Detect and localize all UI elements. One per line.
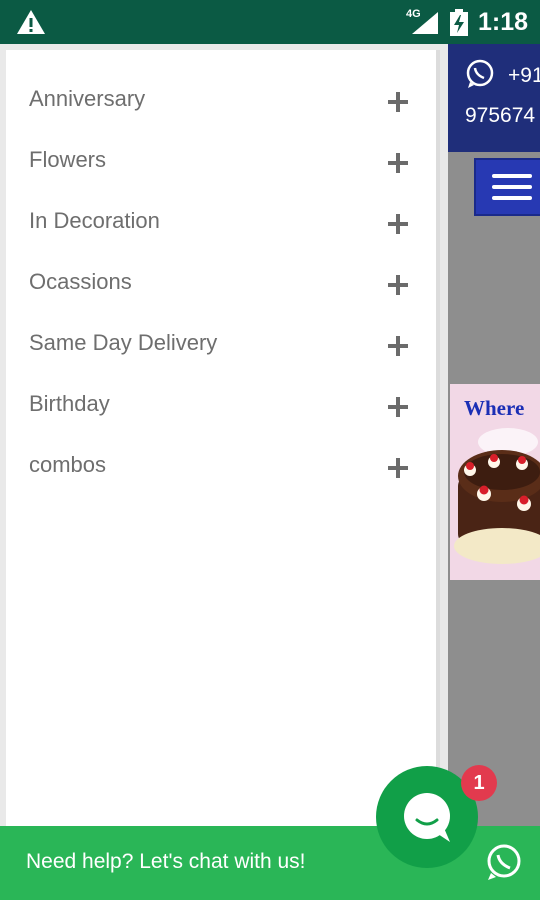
menu-item-flowers[interactable]: Flowers — [6, 131, 436, 192]
navigation-drawer: Anniversary Flowers In Decoration Ocassi… — [0, 44, 448, 900]
battery-icon — [450, 9, 468, 36]
notification-badge: 1 — [461, 765, 497, 801]
plus-icon[interactable] — [388, 336, 408, 356]
menu-item-label: Ocassions — [29, 269, 132, 294]
plus-icon[interactable] — [388, 214, 408, 234]
menu-item-in-decoration[interactable]: In Decoration — [6, 192, 436, 253]
plus-icon[interactable] — [388, 397, 408, 417]
hamburger-menu-button[interactable] — [474, 158, 540, 216]
menu-item-anniversary[interactable]: Anniversary — [6, 70, 436, 131]
menu-item-birthday[interactable]: Birthday — [6, 375, 436, 436]
background-page: +91 975674 Where — [448, 44, 540, 900]
menu-line — [492, 196, 532, 200]
clock: 1:18 — [478, 8, 529, 36]
plus-icon[interactable] — [388, 153, 408, 173]
category-menu: Anniversary Flowers In Decoration Ocassi… — [6, 50, 440, 900]
menu-line — [492, 185, 532, 189]
menu-item-label: combos — [29, 452, 107, 477]
status-bar: 4G 1:18 — [0, 0, 540, 44]
chat-prompt[interactable]: Need help? Let's chat with us! — [26, 850, 306, 874]
warning-icon — [17, 10, 45, 34]
menu-item-label: In Decoration — [29, 208, 160, 233]
contact-header: +91 975674 — [448, 44, 540, 152]
phone-number-cont[interactable]: 975674 — [465, 104, 535, 128]
menu-item-label: Anniversary — [29, 86, 146, 111]
plus-icon[interactable] — [388, 92, 408, 112]
cake-image — [454, 428, 540, 564]
menu-item-label: Birthday — [29, 391, 110, 416]
menu-item-label: Same Day Delivery — [29, 330, 218, 355]
phone-number[interactable]: +91 — [508, 64, 540, 88]
plus-icon[interactable] — [388, 458, 408, 478]
signal-icon — [412, 12, 438, 34]
whatsapp-icon[interactable] — [484, 842, 524, 882]
cake-banner[interactable]: Where — [450, 384, 540, 580]
whatsapp-icon — [466, 59, 494, 88]
menu-line — [492, 174, 532, 178]
menu-item-ocassions[interactable]: Ocassions — [6, 253, 436, 314]
menu-item-same-day-delivery[interactable]: Same Day Delivery — [6, 314, 436, 375]
menu-item-combos[interactable]: combos — [6, 436, 436, 497]
menu-item-label: Flowers — [29, 147, 107, 172]
chat-icon — [404, 793, 450, 842]
plus-icon[interactable] — [388, 275, 408, 295]
